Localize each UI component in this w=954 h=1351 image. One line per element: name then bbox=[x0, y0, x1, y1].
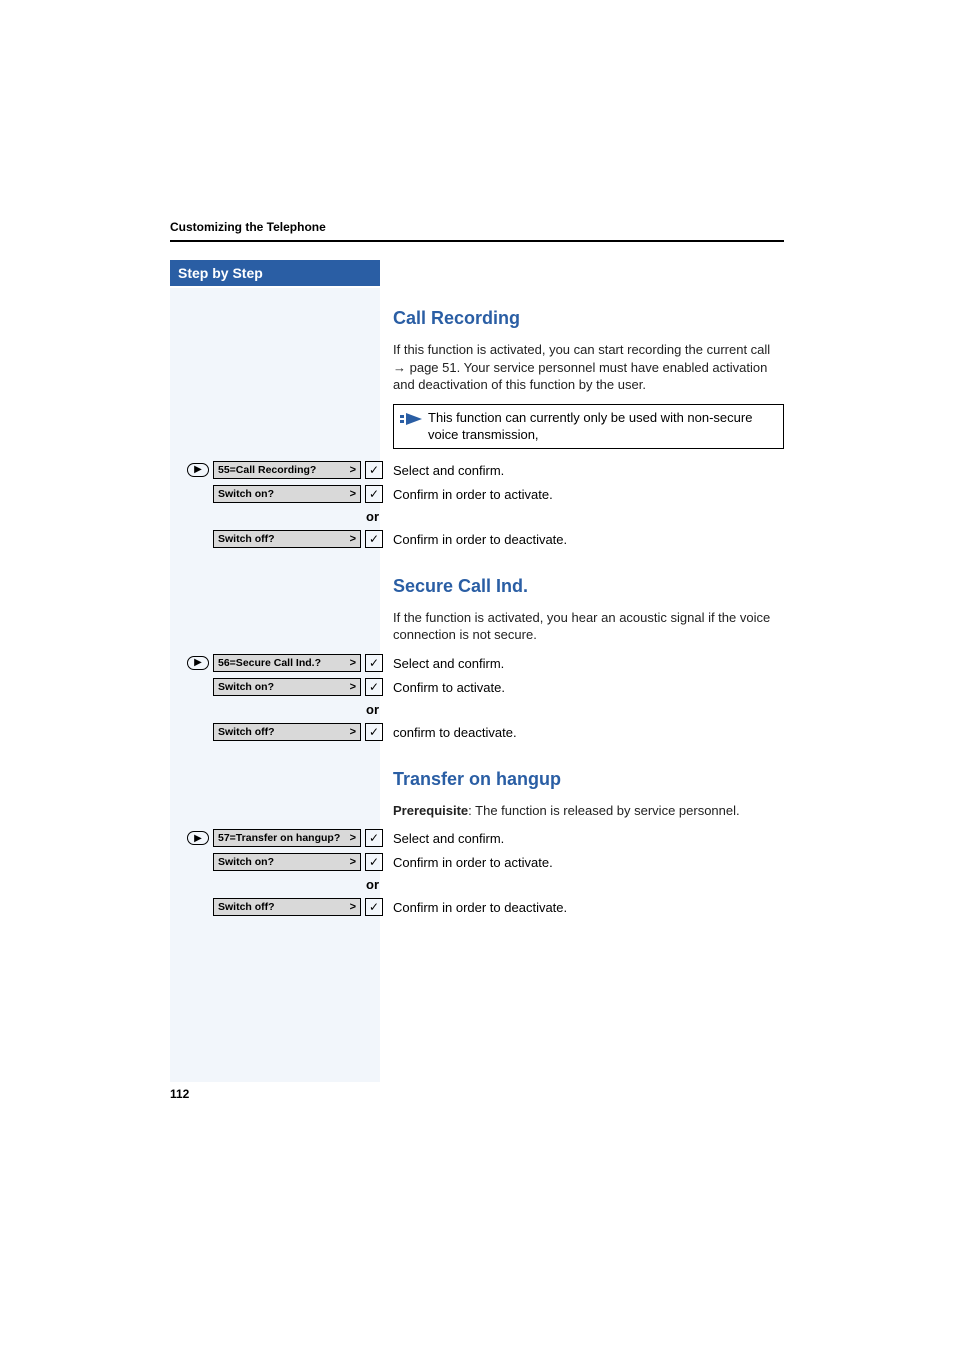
chevron-right-icon: > bbox=[350, 488, 356, 500]
confirm-check-icon[interactable]: ✓ bbox=[365, 829, 383, 847]
chevron-right-icon: > bbox=[350, 533, 356, 545]
instruction-text: Confirm in order to deactivate. bbox=[385, 530, 784, 547]
option-switch-off[interactable]: Switch off? > bbox=[213, 530, 361, 548]
confirm-check-icon[interactable]: ✓ bbox=[365, 853, 383, 871]
prerequisite-label: Prerequisite bbox=[393, 803, 468, 818]
nav-right-icon: ▶ bbox=[187, 463, 209, 477]
instruction-text: Confirm in order to activate. bbox=[385, 853, 784, 870]
menu-row-secure-call: ▶ 56=Secure Call Ind.? > ✓ Select and co… bbox=[170, 654, 784, 672]
confirm-check-icon[interactable]: ✓ bbox=[365, 654, 383, 672]
sidebar-title: Step by Step bbox=[170, 260, 380, 286]
confirm-check-icon[interactable]: ✓ bbox=[365, 461, 383, 479]
page-content: Step by Step Call Recording If this func… bbox=[170, 260, 784, 922]
option-label: 55=Call Recording? bbox=[218, 464, 316, 476]
instruction-text: Confirm in order to activate. bbox=[385, 485, 784, 502]
or-label: or bbox=[170, 509, 385, 524]
prerequisite-text: : The function is released by service pe… bbox=[468, 803, 739, 818]
confirm-check-icon[interactable]: ✓ bbox=[365, 530, 383, 548]
option-label: 57=Transfer on hangup? bbox=[218, 832, 340, 844]
option-label: Switch off? bbox=[218, 533, 275, 545]
chevron-right-icon: > bbox=[350, 726, 356, 738]
nav-right-icon: ▶ bbox=[187, 656, 209, 670]
option-switch-on[interactable]: Switch on? > bbox=[213, 678, 361, 696]
option-label: Switch on? bbox=[218, 681, 274, 693]
or-separator: or bbox=[170, 509, 784, 524]
chevron-right-icon: > bbox=[350, 832, 356, 844]
arrow-glyph: → bbox=[393, 360, 406, 375]
option-switch-on[interactable]: Switch on? > bbox=[213, 853, 361, 871]
switch-off-row: Switch off? > ✓ Confirm in order to deac… bbox=[170, 530, 784, 548]
option-label: Switch off? bbox=[218, 726, 275, 738]
body-text-post: page 51. Your service personnel must hav… bbox=[393, 360, 767, 393]
option-switch-on[interactable]: Switch on? > bbox=[213, 485, 361, 503]
body-secure-call: If the function is activated, you hear a… bbox=[393, 609, 784, 644]
body-transfer: Prerequisite: The function is released b… bbox=[393, 802, 784, 820]
or-separator: or bbox=[170, 877, 784, 892]
switch-off-row: Switch off? > ✓ confirm to deactivate. bbox=[170, 723, 784, 741]
header-title: Customizing the Telephone bbox=[170, 220, 784, 234]
body-text-pre: If this function is activated, you can s… bbox=[393, 342, 770, 357]
instruction-text: confirm to deactivate. bbox=[385, 723, 784, 740]
instruction-text: Select and confirm. bbox=[385, 654, 784, 671]
instruction-text: Select and confirm. bbox=[385, 461, 784, 478]
chevron-right-icon: > bbox=[350, 464, 356, 476]
menu-row-transfer: ▶ 57=Transfer on hangup? > ✓ Select and … bbox=[170, 829, 784, 847]
menu-row-call-recording: ▶ 55=Call Recording? > ✓ Select and conf… bbox=[170, 461, 784, 479]
switch-on-row: Switch on? > ✓ Confirm in order to activ… bbox=[170, 485, 784, 503]
instruction-text: Confirm to activate. bbox=[385, 678, 784, 695]
page-number: 112 bbox=[170, 1087, 189, 1101]
note-text: This function can currently only be used… bbox=[428, 409, 777, 444]
or-separator: or bbox=[170, 702, 784, 717]
header-rule bbox=[170, 240, 784, 242]
note-box: This function can currently only be used… bbox=[393, 404, 784, 449]
chevron-right-icon: > bbox=[350, 901, 356, 913]
instruction-text: Select and confirm. bbox=[385, 829, 784, 846]
or-label: or bbox=[170, 877, 385, 892]
confirm-check-icon[interactable]: ✓ bbox=[365, 723, 383, 741]
instruction-text: Confirm in order to deactivate. bbox=[385, 898, 784, 915]
note-icon bbox=[400, 411, 428, 432]
option-56-secure-call[interactable]: 56=Secure Call Ind.? > bbox=[213, 654, 361, 672]
option-switch-off[interactable]: Switch off? > bbox=[213, 723, 361, 741]
switch-on-row: Switch on? > ✓ Confirm in order to activ… bbox=[170, 853, 784, 871]
confirm-check-icon[interactable]: ✓ bbox=[365, 898, 383, 916]
nav-right-icon: ▶ bbox=[187, 831, 209, 845]
option-label: Switch off? bbox=[218, 901, 275, 913]
confirm-check-icon[interactable]: ✓ bbox=[365, 485, 383, 503]
option-switch-off[interactable]: Switch off? > bbox=[213, 898, 361, 916]
heading-transfer: Transfer on hangup bbox=[393, 769, 784, 790]
confirm-check-icon[interactable]: ✓ bbox=[365, 678, 383, 696]
page-header: Customizing the Telephone bbox=[170, 220, 784, 242]
option-55-call-recording[interactable]: 55=Call Recording? > bbox=[213, 461, 361, 479]
switch-off-row: Switch off? > ✓ Confirm in order to deac… bbox=[170, 898, 784, 916]
option-57-transfer[interactable]: 57=Transfer on hangup? > bbox=[213, 829, 361, 847]
option-label: Switch on? bbox=[218, 488, 274, 500]
or-label: or bbox=[170, 702, 385, 717]
switch-on-row: Switch on? > ✓ Confirm to activate. bbox=[170, 678, 784, 696]
option-label: Switch on? bbox=[218, 856, 274, 868]
heading-call-recording: Call Recording bbox=[393, 308, 784, 329]
body-call-recording: If this function is activated, you can s… bbox=[393, 341, 784, 394]
chevron-right-icon: > bbox=[350, 657, 356, 669]
chevron-right-icon: > bbox=[350, 856, 356, 868]
option-label: 56=Secure Call Ind.? bbox=[218, 657, 321, 669]
chevron-right-icon: > bbox=[350, 681, 356, 693]
heading-secure-call: Secure Call Ind. bbox=[393, 576, 784, 597]
